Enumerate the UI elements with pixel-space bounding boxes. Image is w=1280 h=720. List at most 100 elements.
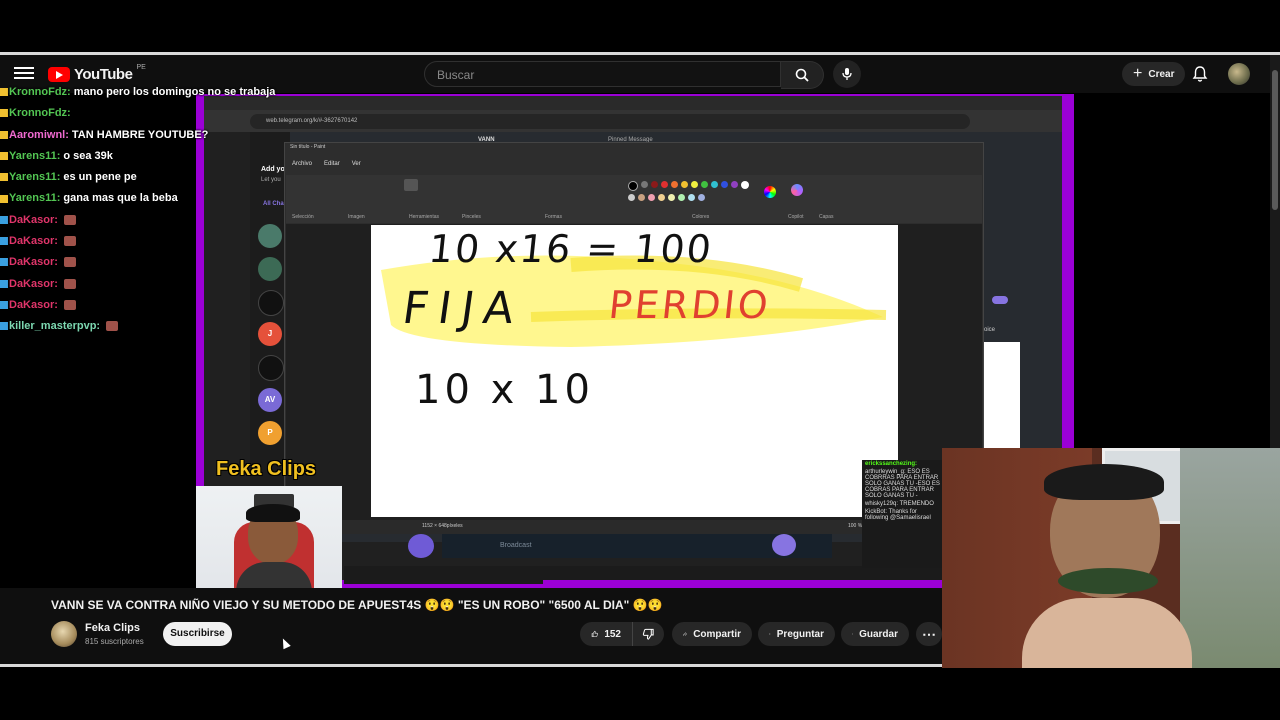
drawing-fija: FIJA [399,283,528,334]
kick-chat-line: arthurleywin_g: ESO ES COBRRAS PARA ENTR… [865,469,940,499]
menu-icon[interactable] [14,64,34,84]
chat-username[interactable]: DaKasor: [9,278,58,290]
scrollbar-thumb[interactable] [1272,70,1278,210]
channel-name[interactable]: Feka Clips [85,622,140,634]
ribbon-label: Herramientas [409,214,440,220]
drawing-equation: 10 x16 = 100 [426,227,716,271]
sidebar-letyou-text: Let you [261,177,281,183]
chat-message: Yarens11: gana mas que la beba [0,188,240,209]
logo-country: PE [136,64,146,71]
chat-username[interactable]: DaKasor: [9,256,58,268]
thumbs-up-icon [591,630,598,637]
save-label: Guardar [859,628,898,640]
chat-username[interactable]: DaKasor: [9,214,58,226]
share-button[interactable]: Compartir [672,622,752,646]
create-button[interactable]: + Crear [1122,62,1186,86]
share-icon [683,632,688,636]
subscribe-button[interactable]: Suscribirse [163,622,232,646]
chat-message: Yarens11: o sea 39k [0,146,240,167]
chat-username[interactable]: Aaromiwnl: [9,129,69,141]
bottom-divider [0,664,942,667]
ask-label: Preguntar [776,628,824,640]
dislike-button[interactable] [632,622,664,646]
kick-chat-line: whisky129q: TREMENDO [865,501,934,507]
chat-badge-icon [0,173,8,182]
chat-username[interactable]: Yarens11: [9,150,60,162]
chat-username[interactable]: Yarens11: [9,192,60,204]
chat-username[interactable]: KronnoFdz: [9,107,71,119]
notifications-button[interactable] [1190,64,1210,84]
chat-badge-icon [0,237,8,246]
chat-message: KronnoFdz: mano pero los domingos no se t… [0,82,275,103]
chat-badge-icon [0,215,8,224]
drawing-perdio: PERDIO [606,283,774,327]
sidebar-avatar [258,257,282,281]
ribbon-label: Copilot [788,214,804,220]
chat-badge-icon [0,194,8,203]
chat-emote-icon [63,278,76,289]
telegram-edit-button [408,534,434,558]
chat-text: o sea 39k [63,149,113,162]
chat-text: es un pene pe [63,171,137,184]
reactor-webcam [942,448,1280,668]
browser-tab-strip [204,96,1062,110]
youtube-logo[interactable]: YouTube PE [48,64,146,83]
sidebar-all-chats: All Cha [263,201,284,207]
search-button[interactable] [781,61,824,89]
drawing-multiplication: 10 x 10 [415,367,594,413]
chat-text: gana mas que la beba [63,192,178,205]
ask-button[interactable]: Preguntar [758,622,835,646]
ribbon-label: Selección [292,214,314,220]
telegram-voice-button [772,534,796,556]
more-actions-button[interactable]: ⋯ [916,622,942,646]
share-label: Compartir [693,628,741,640]
ribbon-label: Formas [545,214,562,220]
sidebar-avatar: P [258,421,282,445]
chat-username[interactable]: Yarens11: [9,171,60,183]
feka-clips-overlay: Feka Clips [216,458,317,480]
chat-badge-icon [0,322,8,331]
account-avatar[interactable] [1228,63,1250,85]
chat-badge-icon [0,258,8,267]
top-black-bar [0,0,1280,52]
chat-username[interactable]: DaKasor: [9,235,58,247]
voice-search-button[interactable] [833,60,861,88]
more-icon: ⋯ [922,625,936,642]
paint-menu-item: Ver [351,161,361,167]
right-white-panel [982,342,1020,450]
channel-avatar[interactable] [51,621,77,647]
search-input[interactable]: Buscar [424,61,781,87]
like-button[interactable]: 152 [580,622,632,646]
kick-chat-overlay: erickssanchezing: arthurleywin_g: ESO ES… [862,460,944,568]
chat-username[interactable]: killer_masterpvp: [9,320,100,332]
ribbon-label: Pinceles [462,214,481,220]
paint-ribbon [286,175,982,223]
sidebar-avatar [258,224,282,248]
sidebar-avatar: J [258,322,282,346]
chat-text: TAN HAMBRE YOUTUBE? [71,128,209,141]
chat-message: DaKasor: [0,252,240,273]
video-title: VANN SE VA CONTRA NIÑO VIEJO Y SU METODO… [51,598,663,612]
chat-username[interactable]: DaKasor: [9,299,58,311]
subscriber-count: 815 suscriptores [85,637,144,646]
chat-message: Yarens11: es un pene pe [0,167,240,188]
bell-icon [1192,66,1208,82]
chat-message: DaKasor: [0,210,240,231]
choice-label: oice [984,327,996,333]
chat-message: Aaromiwnl: TAN HAMBRE YOUTUBE? [0,125,240,146]
save-button[interactable]: Guardar [841,622,909,646]
chat-badge-icon [0,279,8,288]
chat-emote-icon [63,257,76,268]
sidebar-avatar [258,290,284,316]
chat-username[interactable]: KronnoFdz: [9,86,71,98]
create-label: Crear [1148,68,1175,80]
bookmark-icon [852,633,853,635]
paint-title: Sin título - Paint [290,144,326,150]
chat-badge-icon [0,109,8,118]
chat-emote-icon [106,321,119,332]
chat-message: DaKasor: [0,274,240,295]
chat-emote-icon [63,214,76,225]
sidebar-avatar [258,355,284,381]
logo-text: YouTube [74,66,133,83]
microphone-icon [842,68,852,80]
